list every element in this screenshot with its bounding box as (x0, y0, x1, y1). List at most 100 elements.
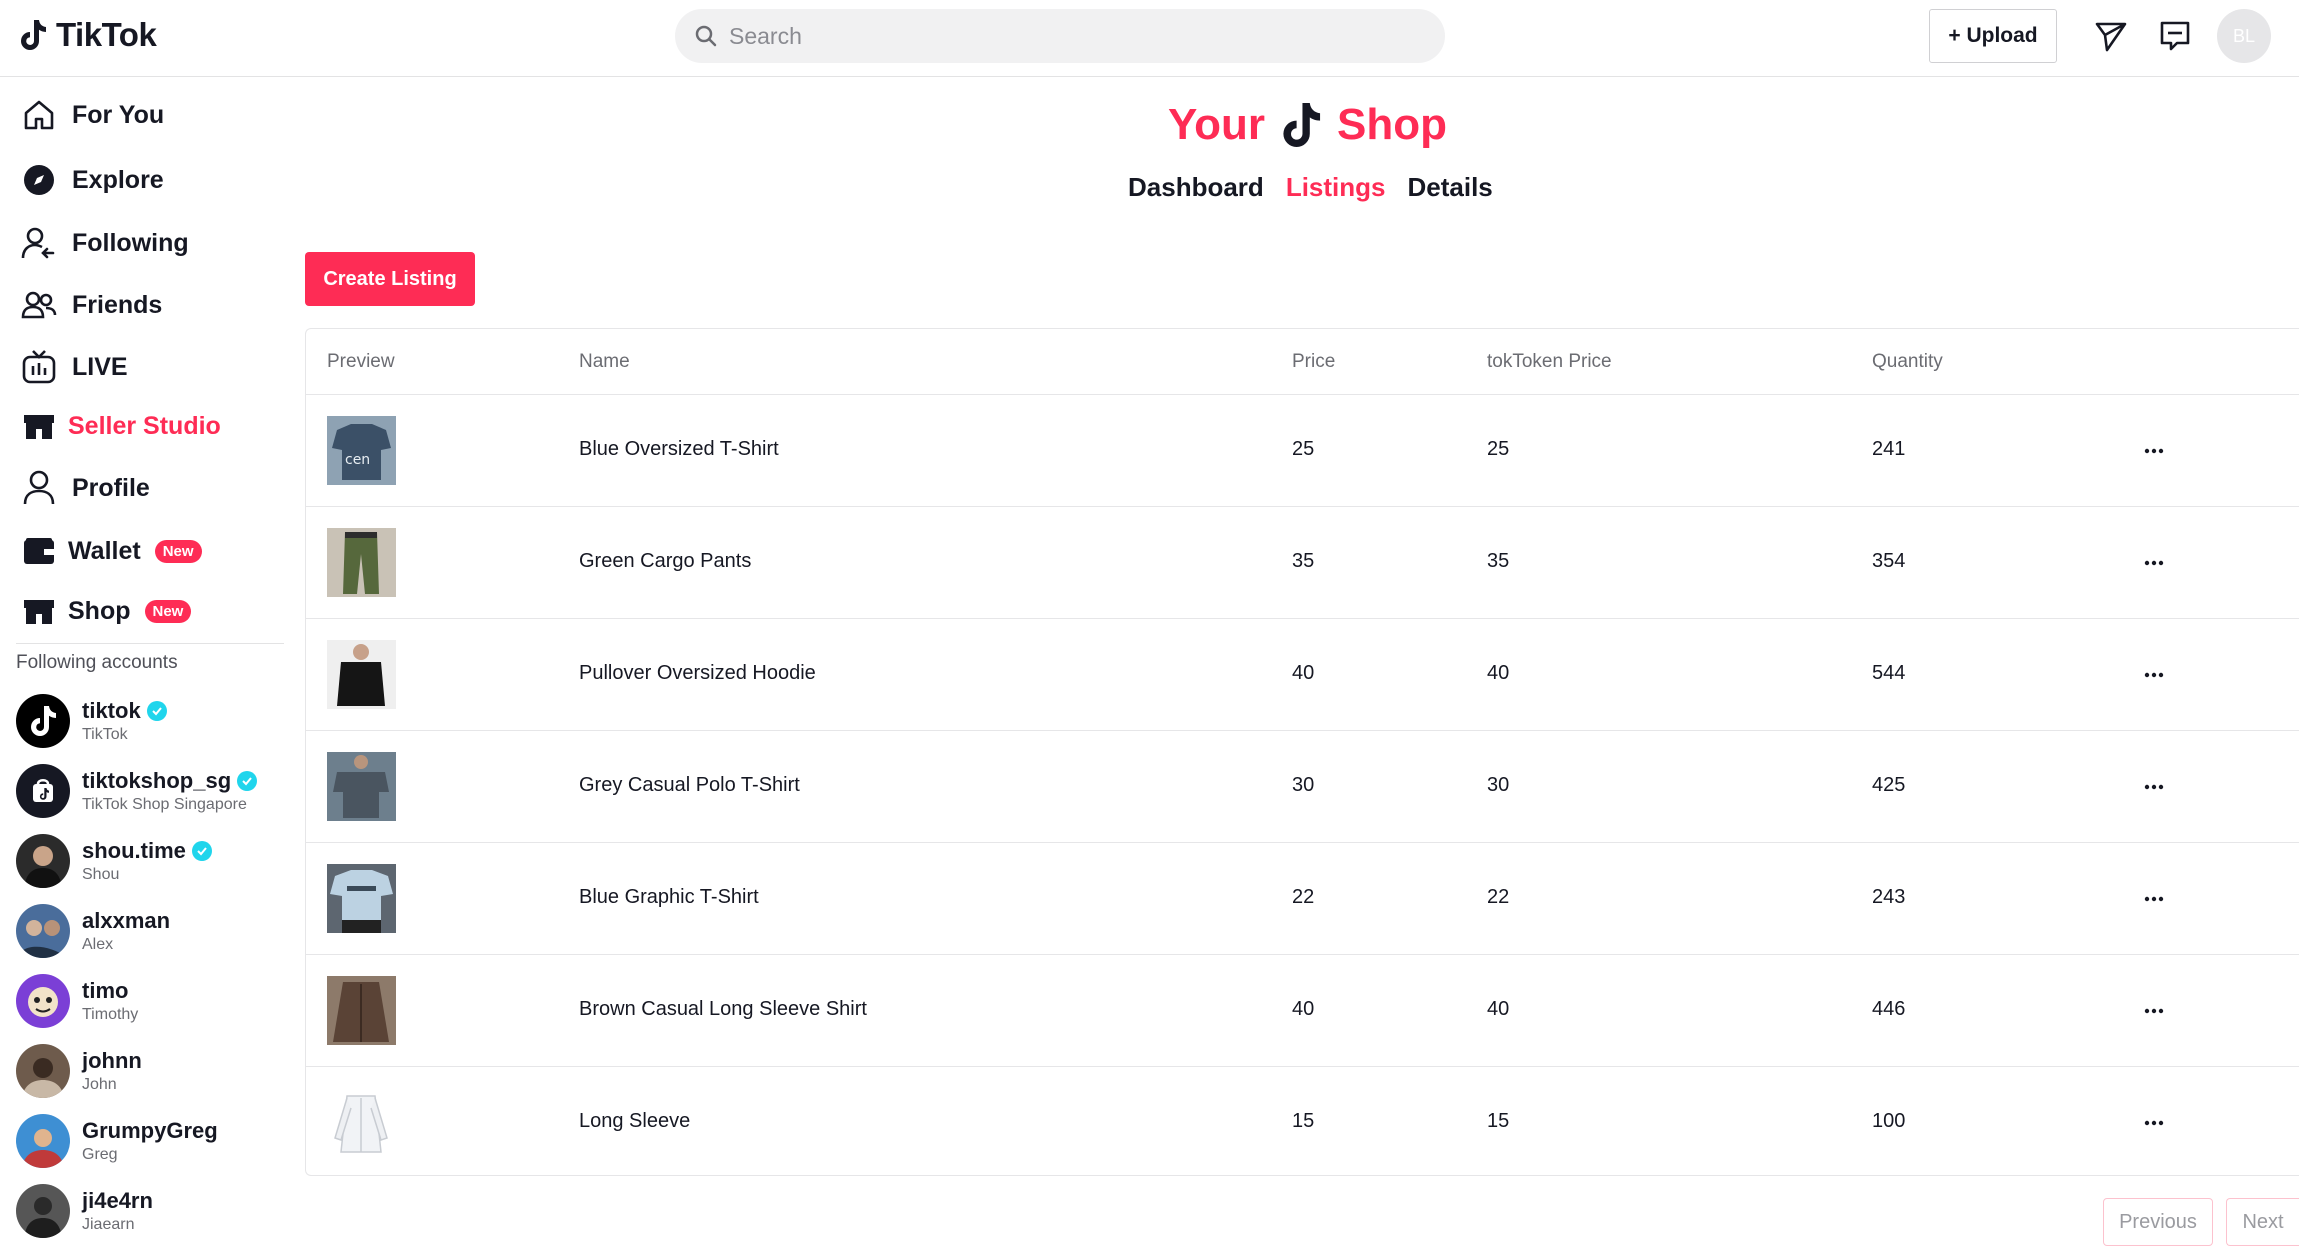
product-toktoken-price: 30 (1487, 774, 1510, 796)
table-row[interactable]: Pullover Oversized Hoodie 40 40 544 (306, 619, 2299, 731)
tiktok-note-icon (1283, 103, 1321, 147)
more-options-icon[interactable] (2136, 1105, 2172, 1141)
account-display-name: John (82, 1076, 117, 1093)
inbox-icon[interactable] (2157, 18, 2193, 54)
sidebar-item-following[interactable]: Following (20, 221, 189, 265)
search-input[interactable] (729, 22, 1409, 50)
sidebar-item-live[interactable]: LIVE (20, 345, 128, 389)
product-name: Blue Graphic T-Shirt (579, 886, 759, 908)
user-avatar[interactable]: BL (2217, 9, 2271, 63)
avatar (16, 974, 70, 1028)
sidebar-item-profile[interactable]: Profile (20, 466, 150, 510)
product-image (327, 752, 396, 821)
avatar (16, 1114, 70, 1168)
more-options-icon[interactable] (2136, 657, 2172, 693)
sidebar-item-for-you[interactable]: For You (20, 93, 164, 137)
column-header-toktoken-price: tokToken Price (1487, 351, 1612, 372)
new-badge: New (144, 599, 192, 623)
search-bar[interactable] (675, 9, 1445, 63)
previous-page-button[interactable]: Previous (2103, 1198, 2213, 1246)
upload-button[interactable]: + Upload (1929, 9, 2057, 63)
account-username: ji4e4rn (82, 1188, 153, 1213)
account-display-name: Timothy (82, 1006, 139, 1023)
account-username: tiktok (82, 698, 141, 723)
next-page-button[interactable]: Next (2226, 1198, 2299, 1246)
tab-dashboard[interactable]: Dashboard (1128, 172, 1264, 203)
search-icon (695, 25, 717, 47)
product-name: Blue Oversized T-Shirt (579, 438, 779, 460)
verified-icon (237, 771, 258, 791)
top-bar: TikTok + Upload BL (0, 0, 2299, 77)
listings-table: Preview Name Price tokToken Price Quanti… (305, 328, 2299, 1176)
send-icon[interactable] (2093, 18, 2129, 54)
sidebar-item-wallet[interactable]: Wallet New (20, 529, 202, 573)
sidebar: For You Explore Following Friends LIVE S… (0, 78, 290, 1252)
product-price: 35 (1292, 550, 1315, 572)
sidebar-item-shop[interactable]: Shop New (20, 589, 192, 633)
tiktok-logo[interactable]: TikTok (18, 16, 157, 54)
sidebar-item-label: For You (72, 100, 165, 129)
account-display-name: TikTok Shop Singapore (82, 796, 247, 813)
product-price: 22 (1292, 886, 1315, 908)
more-options-icon[interactable] (2136, 769, 2172, 805)
account-display-name: TikTok (82, 726, 128, 743)
create-listing-button[interactable]: Create Listing (305, 252, 475, 306)
product-quantity: 446 (1872, 998, 1906, 1020)
following-account[interactable]: johnn John (16, 1044, 142, 1098)
following-account[interactable]: tiktok TikTok (16, 694, 167, 748)
product-image (327, 976, 396, 1045)
sidebar-item-label: LIVE (72, 352, 128, 381)
table-row[interactable]: Blue Graphic T-Shirt 22 22 243 (306, 843, 2299, 955)
following-account[interactable]: ji4e4rn Jiaearn (16, 1184, 153, 1238)
product-toktoken-price: 40 (1487, 998, 1510, 1020)
page-title: Your Shop (1168, 100, 1447, 150)
more-options-icon[interactable] (2136, 993, 2172, 1029)
table-header: Preview Name Price tokToken Price Quanti… (306, 329, 2299, 395)
more-options-icon[interactable] (2136, 433, 2172, 469)
more-options-icon[interactable] (2136, 881, 2172, 917)
product-name: Pullover Oversized Hoodie (579, 662, 816, 684)
following-account[interactable]: shou.time Shou (16, 834, 212, 888)
svg-text:cen: cen (345, 452, 370, 468)
product-name: Brown Casual Long Sleeve Shirt (579, 998, 867, 1020)
following-account[interactable]: alxxman Alex (16, 904, 170, 958)
product-name: Green Cargo Pants (579, 550, 752, 572)
account-username: johnn (82, 1048, 142, 1073)
product-quantity: 100 (1872, 1110, 1906, 1132)
tab-listings[interactable]: Listings (1286, 172, 1386, 203)
account-username: timo (82, 978, 129, 1003)
avatar (16, 694, 70, 748)
sidebar-item-explore[interactable]: Explore (20, 158, 164, 202)
product-toktoken-price: 22 (1487, 886, 1510, 908)
sidebar-item-seller-studio[interactable]: Seller Studio (20, 404, 221, 448)
verified-icon (191, 841, 212, 861)
product-image (327, 640, 396, 709)
live-icon (20, 348, 58, 386)
sidebar-item-label: Wallet (68, 536, 141, 565)
table-row[interactable]: Long Sleeve 15 15 100 (306, 1067, 2299, 1179)
table-row[interactable]: cen Blue Oversized T-Shirt 25 25 241 (306, 395, 2299, 507)
home-icon (20, 96, 58, 134)
logo-text: TikTok (56, 16, 157, 53)
table-row[interactable]: Brown Casual Long Sleeve Shirt 40 40 446 (306, 955, 2299, 1067)
tab-details[interactable]: Details (1407, 172, 1492, 203)
following-account[interactable]: tiktokshop_sg TikTok Shop Singapore (16, 764, 258, 818)
following-account[interactable]: timo Timothy (16, 974, 138, 1028)
table-row[interactable]: Grey Casual Polo T-Shirt 30 30 425 (306, 731, 2299, 843)
account-display-name: Greg (82, 1146, 118, 1163)
following-account[interactable]: GrumpyGreg Greg (16, 1114, 218, 1168)
account-username: tiktokshop_sg (82, 768, 232, 793)
avatar (16, 1044, 70, 1098)
avatar (16, 834, 70, 888)
shop-tabs: Dashboard Listings Details (1128, 172, 1493, 203)
store-icon (20, 407, 58, 445)
sidebar-item-friends[interactable]: Friends (20, 283, 162, 327)
product-toktoken-price: 35 (1487, 550, 1510, 572)
product-price: 30 (1292, 774, 1315, 796)
product-price: 40 (1292, 998, 1315, 1020)
product-name: Grey Casual Polo T-Shirt (579, 774, 800, 796)
more-options-icon[interactable] (2136, 545, 2172, 581)
new-badge: New (154, 539, 202, 563)
avatar (16, 764, 70, 818)
table-row[interactable]: Green Cargo Pants 35 35 354 (306, 507, 2299, 619)
